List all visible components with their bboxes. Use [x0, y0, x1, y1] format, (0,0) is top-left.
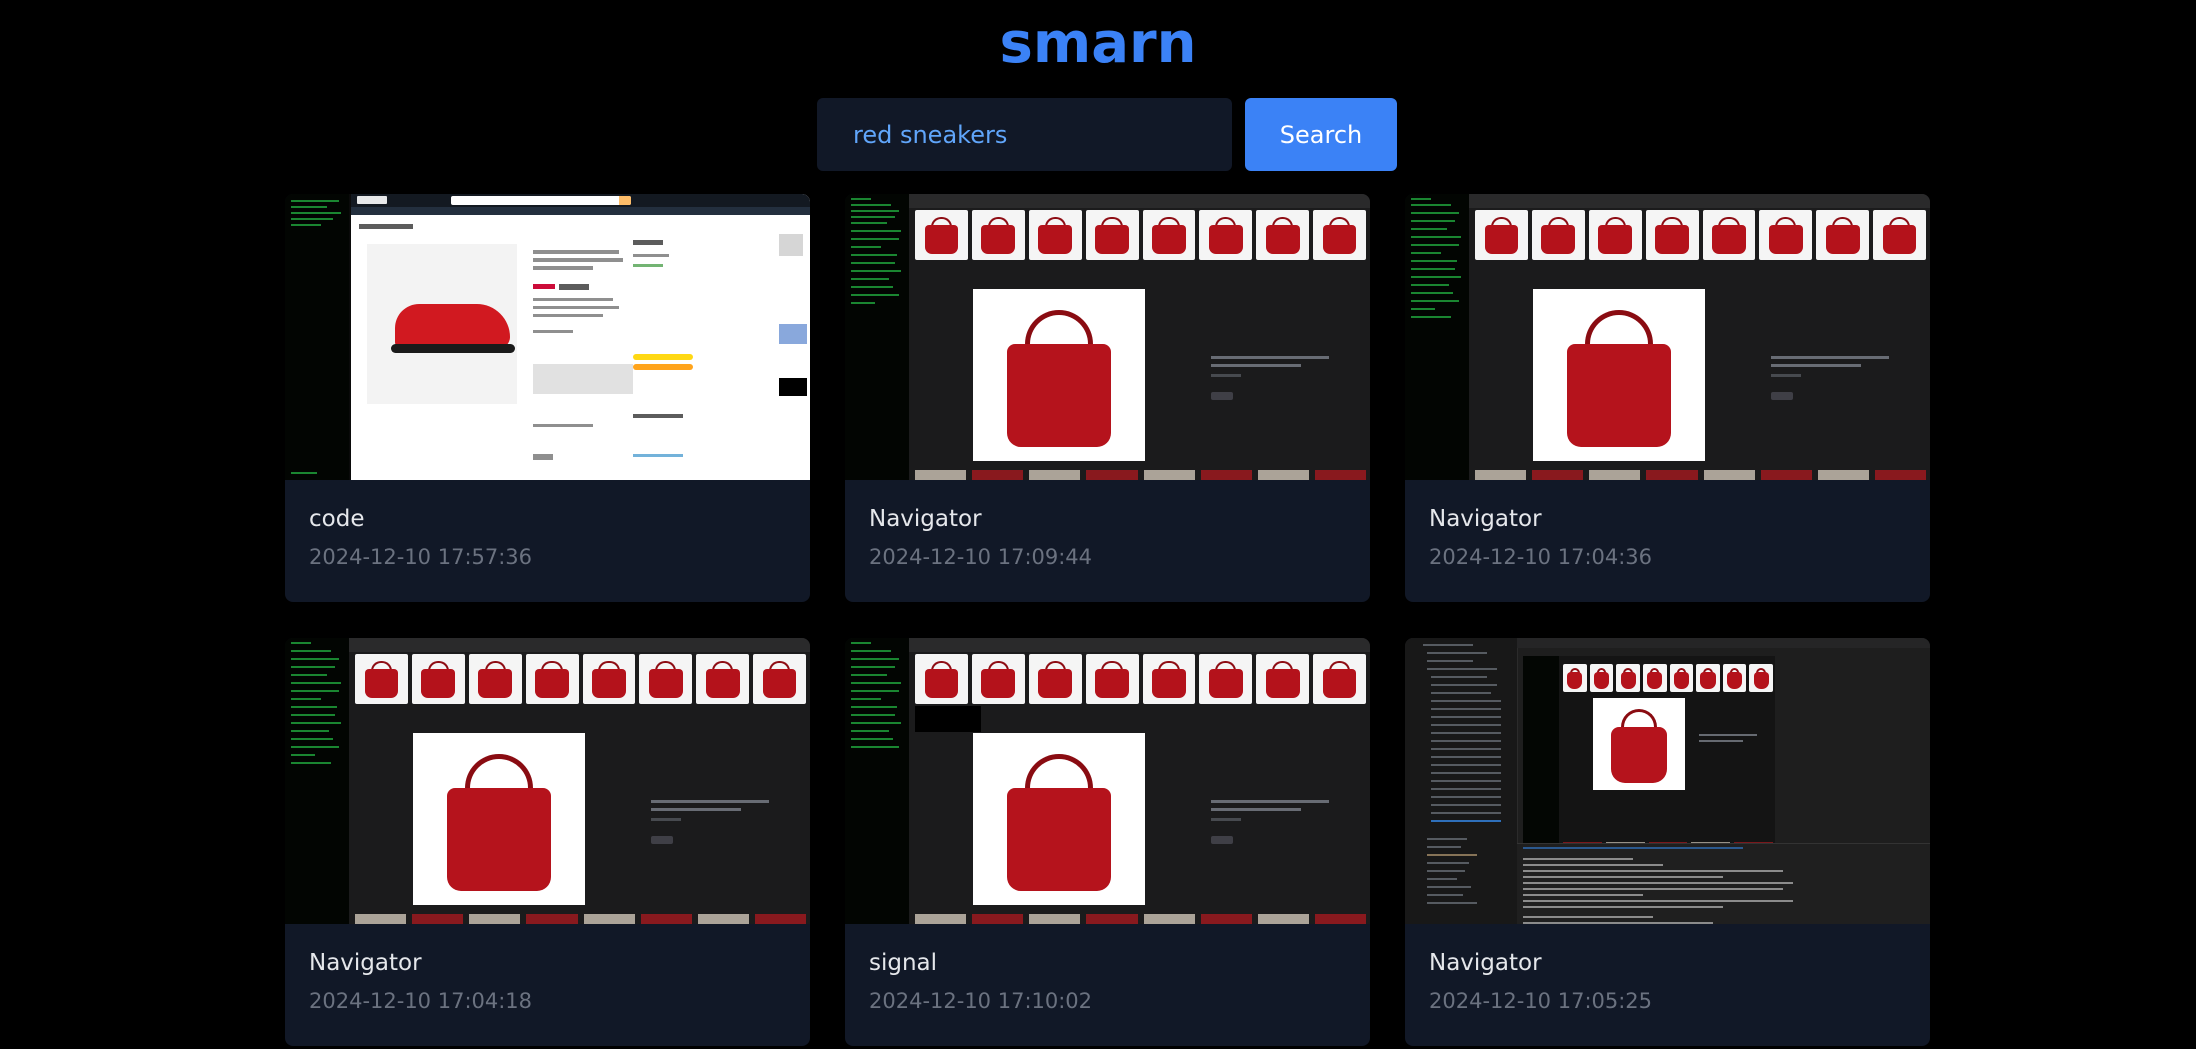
- result-timestamp: 2024-12-10 17:57:36: [309, 545, 533, 569]
- result-card[interactable]: code 2024-12-10 17:57:36: [285, 194, 810, 602]
- handbag-image: [973, 733, 1145, 905]
- result-card[interactable]: Navigator 2024-12-10 17:04:18: [285, 638, 810, 1046]
- handbag-image: [413, 733, 585, 905]
- thumbnail-sidebar: [845, 194, 909, 480]
- result-timestamp: 2024-12-10 17:05:25: [1429, 989, 1653, 1013]
- app-logo: smarn: [999, 11, 1197, 76]
- result-timestamp: 2024-12-10 17:09:44: [869, 545, 1093, 569]
- file-explorer: [1417, 638, 1518, 924]
- result-card[interactable]: Navigator 2024-12-10 17:09:44: [845, 194, 1370, 602]
- search-button[interactable]: Search: [1245, 98, 1397, 171]
- thumbnail-sidebar: [1405, 194, 1469, 480]
- image-search-page: [909, 638, 1370, 924]
- result-card[interactable]: Navigator 2024-12-10 17:04:36: [1405, 194, 1930, 602]
- result-timestamp: 2024-12-10 17:10:02: [869, 989, 1093, 1013]
- screenshot-thumbnail: [1405, 194, 1930, 480]
- result-timestamp: 2024-12-10 17:04:18: [309, 989, 533, 1013]
- thumbnail-sidebar: [285, 194, 349, 480]
- screenshot-thumbnail: [845, 638, 1370, 924]
- search-input[interactable]: [817, 98, 1232, 171]
- result-app-name: Navigator: [1429, 950, 1542, 976]
- result-timestamp: 2024-12-10 17:04:36: [1429, 545, 1653, 569]
- screenshot-thumbnail: [285, 194, 810, 480]
- result-app-name: Navigator: [869, 506, 982, 532]
- screenshot-thumbnail: [285, 638, 810, 924]
- image-search-page: [349, 638, 810, 924]
- result-app-name: Navigator: [1429, 506, 1542, 532]
- screenshot-thumbnail: [1405, 638, 1930, 924]
- thumbnail-sidebar: [845, 638, 909, 924]
- result-app-name: signal: [869, 950, 938, 976]
- terminal-panel: [1517, 843, 1930, 924]
- result-app-name: code: [309, 506, 365, 532]
- image-search-page: [909, 194, 1370, 480]
- result-card[interactable]: signal 2024-12-10 17:10:02: [845, 638, 1370, 1046]
- code-editor-window: [1405, 638, 1930, 924]
- screenshot-thumbnail: [845, 194, 1370, 480]
- embedded-screenshot-preview: [1523, 656, 1775, 856]
- handbag-image: [1533, 289, 1705, 461]
- thumbnail-sidebar: [285, 638, 349, 924]
- sneaker-image: [367, 244, 517, 404]
- result-app-name: Navigator: [309, 950, 422, 976]
- handbag-image: [973, 289, 1145, 461]
- amazon-product-page: [351, 194, 810, 480]
- tooltip-popup: [915, 706, 981, 732]
- result-card[interactable]: Navigator 2024-12-10 17:05:25: [1405, 638, 1930, 1046]
- image-search-page: [1469, 194, 1930, 480]
